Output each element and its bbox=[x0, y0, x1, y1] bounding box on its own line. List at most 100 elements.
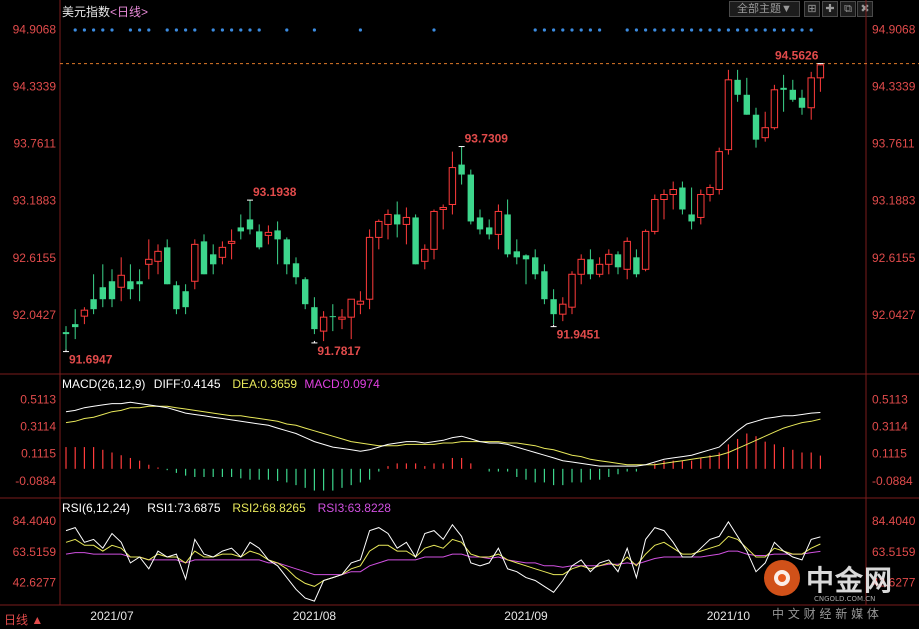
candle-body-down[interactable] bbox=[200, 241, 208, 275]
candle-body-down[interactable] bbox=[274, 230, 281, 240]
candle-body-down[interactable] bbox=[476, 217, 484, 230]
event-dot[interactable] bbox=[101, 28, 105, 32]
event-dot[interactable] bbox=[552, 28, 556, 32]
event-dot[interactable] bbox=[772, 28, 777, 32]
candle-body-up[interactable] bbox=[218, 246, 227, 258]
candle-body-up[interactable] bbox=[706, 187, 714, 196]
candle-body-down[interactable] bbox=[688, 214, 695, 222]
candle-body-up[interactable] bbox=[577, 258, 585, 275]
candle-body-down[interactable] bbox=[587, 259, 594, 275]
candle-body-down[interactable] bbox=[467, 174, 474, 222]
event-dot[interactable] bbox=[220, 28, 224, 32]
candle-body-down[interactable] bbox=[311, 307, 318, 330]
candle-body-up[interactable] bbox=[430, 210, 438, 250]
candle-body-down[interactable] bbox=[504, 214, 511, 255]
event-dot[interactable] bbox=[239, 28, 243, 32]
candle-body-down[interactable] bbox=[458, 164, 465, 175]
candle-body-up[interactable] bbox=[568, 273, 576, 308]
candle-body-up[interactable] bbox=[319, 316, 328, 332]
candle-body-down[interactable] bbox=[789, 89, 796, 100]
candle-body-up[interactable] bbox=[227, 240, 236, 244]
candle-body-up[interactable] bbox=[770, 89, 779, 129]
event-dot[interactable] bbox=[800, 28, 804, 32]
event-dot[interactable] bbox=[312, 28, 316, 32]
event-dot[interactable] bbox=[754, 28, 758, 32]
candle-body-up[interactable] bbox=[697, 194, 705, 218]
candle-body-up[interactable] bbox=[816, 64, 825, 79]
candle-body-down[interactable] bbox=[394, 214, 401, 225]
event-dot[interactable] bbox=[726, 28, 731, 32]
event-dot[interactable] bbox=[680, 28, 685, 32]
candle-body-up[interactable] bbox=[651, 198, 659, 232]
candle-body-up[interactable] bbox=[669, 189, 677, 196]
event-dot[interactable] bbox=[73, 28, 77, 32]
event-dot[interactable] bbox=[561, 28, 565, 32]
event-dot[interactable] bbox=[147, 28, 151, 32]
event-dot[interactable] bbox=[782, 28, 786, 32]
candle-body-up[interactable] bbox=[448, 167, 457, 205]
event-dot[interactable] bbox=[809, 28, 813, 32]
candle-body-up[interactable] bbox=[807, 77, 815, 109]
candle-body-up[interactable] bbox=[623, 240, 631, 270]
candle-body-up[interactable] bbox=[365, 236, 374, 300]
candle-body-down[interactable] bbox=[173, 285, 180, 310]
candle-body-down[interactable] bbox=[210, 254, 217, 265]
candle-body-down[interactable] bbox=[329, 316, 336, 318]
period-toggle-button[interactable]: 日线 ▲ bbox=[4, 611, 43, 628]
event-dot[interactable] bbox=[533, 28, 537, 32]
event-dot[interactable] bbox=[193, 28, 197, 32]
candle-body-down[interactable] bbox=[99, 287, 106, 300]
event-dot[interactable] bbox=[110, 28, 114, 32]
candle-body-down[interactable] bbox=[302, 279, 309, 305]
candle-body-up[interactable] bbox=[264, 231, 273, 236]
event-dot[interactable] bbox=[717, 28, 721, 32]
event-dot[interactable] bbox=[625, 28, 629, 32]
event-dot[interactable] bbox=[128, 28, 132, 32]
candle-body-down[interactable] bbox=[798, 97, 806, 108]
event-dot[interactable] bbox=[174, 28, 178, 32]
candle-body-up[interactable] bbox=[421, 248, 429, 262]
candle-body-down[interactable] bbox=[164, 247, 171, 285]
event-dot[interactable] bbox=[92, 28, 96, 32]
event-dot[interactable] bbox=[708, 28, 712, 32]
event-dot[interactable] bbox=[745, 28, 749, 32]
candle-body-up[interactable] bbox=[384, 213, 392, 225]
candle-body-up[interactable] bbox=[494, 210, 503, 235]
event-dot[interactable] bbox=[791, 28, 795, 32]
candle-body-down[interactable] bbox=[62, 332, 70, 335]
event-dot[interactable] bbox=[257, 28, 261, 32]
candle-body-up[interactable] bbox=[80, 309, 89, 317]
event-dot[interactable] bbox=[644, 28, 648, 32]
candle-body-up[interactable] bbox=[375, 220, 383, 238]
candle-body-down[interactable] bbox=[743, 94, 750, 115]
candle-body-up[interactable] bbox=[347, 298, 355, 318]
candle-body-down[interactable] bbox=[136, 281, 143, 285]
candle-body-up[interactable] bbox=[641, 230, 650, 270]
event-dot[interactable] bbox=[579, 28, 583, 32]
candle-body-down[interactable] bbox=[90, 299, 97, 310]
candle-body-up[interactable] bbox=[724, 79, 733, 151]
candle-body-down[interactable] bbox=[182, 291, 189, 308]
event-dot[interactable] bbox=[598, 28, 602, 32]
candle-body-down[interactable] bbox=[780, 87, 787, 90]
candle-body-down[interactable] bbox=[752, 114, 760, 140]
candle-body-up[interactable] bbox=[117, 274, 125, 288]
event-dot[interactable] bbox=[671, 28, 675, 32]
candle-body-up[interactable] bbox=[145, 258, 153, 265]
candle-body-up[interactable] bbox=[154, 250, 162, 262]
candle-body-up[interactable] bbox=[595, 263, 604, 275]
candle-body-down[interactable] bbox=[550, 299, 557, 315]
candle-body-down[interactable] bbox=[237, 227, 244, 232]
candle-body-up[interactable] bbox=[191, 243, 199, 282]
event-dot[interactable] bbox=[699, 28, 703, 32]
event-dot[interactable] bbox=[542, 28, 547, 32]
event-dot[interactable] bbox=[285, 28, 289, 32]
event-dot[interactable] bbox=[736, 28, 740, 32]
event-dot[interactable] bbox=[82, 28, 86, 32]
event-dot[interactable] bbox=[165, 28, 169, 32]
event-dot[interactable] bbox=[690, 28, 694, 32]
candle-body-up[interactable] bbox=[439, 206, 447, 210]
candle-body-up[interactable] bbox=[715, 151, 723, 191]
event-dot[interactable] bbox=[653, 28, 657, 32]
event-dot[interactable] bbox=[248, 28, 252, 32]
